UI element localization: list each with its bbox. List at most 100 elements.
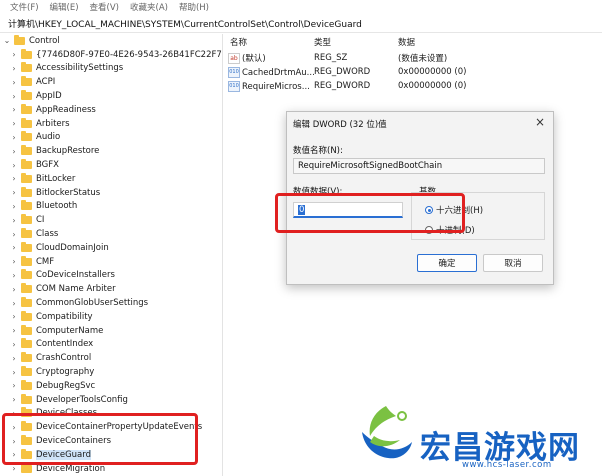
chevron-right-icon[interactable]: › [9,299,19,308]
watermark: 宏昌游戏网 www.hcs-laser.com [350,400,602,476]
tree-item[interactable]: › BackupRestore [0,144,99,158]
tree-item[interactable]: › CMF [0,255,54,269]
column-header-name[interactable]: 名称 [230,36,247,48]
chevron-right-icon[interactable]: › [9,119,19,128]
folder-icon [21,117,32,128]
chevron-right-icon[interactable]: › [9,216,19,225]
tree-item[interactable]: › BGFX [0,158,59,172]
watermark-logo [362,406,412,459]
chevron-right-icon[interactable]: › [9,92,19,101]
chevron-right-icon[interactable]: › [9,354,19,363]
tree-item[interactable]: › CoDeviceInstallers [0,269,115,283]
tree-item-label: ContentIndex [36,339,94,350]
tree-item[interactable]: › AppID [0,89,62,103]
tree-item[interactable]: › Cryptography [0,365,94,379]
tree-item[interactable]: › BitlockerStatus [0,186,100,200]
chevron-right-icon[interactable]: › [9,464,19,473]
chevron-right-icon[interactable]: › [9,174,19,183]
menu-bar: 文件(F) 编辑(E) 查看(V) 收藏夹(A) 帮助(H) [0,0,602,14]
tree-item[interactable]: › CrashControl [0,351,91,365]
chevron-right-icon[interactable]: › [9,50,19,59]
tree-item[interactable]: › Bluetooth [0,200,77,214]
tree-item[interactable]: › AccessibilitySettings [0,62,123,76]
cancel-button[interactable]: 取消 [483,254,543,272]
chevron-right-icon[interactable]: › [9,381,19,390]
close-icon[interactable]: × [535,115,545,129]
tree-item-label: BGFX [36,160,59,171]
tree-item-label: DeveloperToolsConfig [36,394,128,405]
tree-item[interactable]: › Compatibility [0,310,93,324]
chevron-right-icon[interactable]: › [9,230,19,239]
chevron-right-icon[interactable]: › [9,395,19,404]
folder-icon [21,297,32,308]
tree-item[interactable]: › CloudDomainJoin [0,241,109,255]
tree-item-label: CI [36,215,45,226]
folder-icon [14,34,25,45]
tree-item[interactable]: › Audio [0,131,60,145]
chevron-right-icon[interactable]: › [9,340,19,349]
tree-item[interactable]: › CommonGlobUserSettings [0,296,148,310]
tree-item[interactable]: › COM Name Arbiter [0,282,116,296]
column-header-type[interactable]: 类型 [314,36,331,48]
menu-favorites[interactable]: 收藏夹(A) [130,1,168,13]
chevron-down-icon[interactable]: ⌄ [2,36,12,45]
chevron-right-icon[interactable]: › [9,257,19,266]
tree-item-label: CMF [36,256,55,267]
address-bar[interactable]: 计算机\HKEY_LOCAL_MACHINE\SYSTEM\CurrentCon… [0,14,602,33]
value-name-field[interactable]: RequireMicrosoftSignedBootChain [293,158,545,174]
folder-icon [21,352,32,363]
tree-item[interactable]: › CI [0,213,44,227]
tree-item-label: BitlockerStatus [36,187,101,198]
chevron-right-icon[interactable]: › [9,188,19,197]
chevron-right-icon[interactable]: › [9,78,19,87]
ok-button[interactable]: 确定 [417,254,477,272]
tree-item[interactable]: › Class [0,227,58,241]
chevron-right-icon[interactable]: › [9,368,19,377]
tree-root[interactable]: ⌄ Control [0,34,60,48]
folder-icon [21,48,32,59]
menu-help[interactable]: 帮助(H) [179,1,209,13]
tree-item[interactable]: › {7746D80F-97E0-4E26-9543-26B41FC22F79} [0,48,222,62]
column-header-data[interactable]: 数据 [398,36,415,48]
tree-item[interactable]: › AppReadiness [0,103,96,117]
folder-icon [21,214,32,225]
tree-item[interactable]: › DebugRegSvc [0,379,95,393]
tree-item-label: COM Name Arbiter [36,284,116,295]
tree-item-label: CloudDomainJoin [36,242,109,253]
tree-item[interactable]: › DeveloperToolsConfig [0,393,128,407]
chevron-right-icon[interactable]: › [9,161,19,170]
chevron-right-icon[interactable]: › [9,64,19,73]
registry-tree[interactable]: ⌄ Control › {7746D80F-97E0-4E26-9543-26B4… [0,34,223,476]
folder-icon [21,241,32,252]
tree-item-label: ComputerName [36,325,104,336]
tree-item[interactable]: › BitLocker [0,172,75,186]
tree-item[interactable]: › Arbiters [0,117,70,131]
folder-icon [21,103,32,114]
folder-icon [21,90,32,101]
chevron-right-icon[interactable]: › [9,202,19,211]
chevron-right-icon[interactable]: › [9,147,19,156]
menu-edit[interactable]: 编辑(E) [50,1,79,13]
chevron-right-icon[interactable]: › [9,243,19,252]
tree-item[interactable]: › ComputerName [0,324,103,338]
tree-item[interactable]: › ContentIndex [0,338,93,352]
chevron-right-icon[interactable]: › [9,285,19,294]
chevron-right-icon[interactable]: › [9,271,19,280]
chevron-right-icon[interactable]: › [9,312,19,321]
tree-item-label: Cryptography [36,367,95,378]
chevron-right-icon[interactable]: › [9,105,19,114]
folder-icon [21,393,32,404]
address-path[interactable]: 计算机\HKEY_LOCAL_MACHINE\SYSTEM\CurrentCon… [8,17,362,30]
chevron-right-icon[interactable]: › [9,326,19,335]
tree-item[interactable]: › ACPI [0,75,55,89]
folder-icon [21,131,32,142]
folder-icon [21,172,32,183]
tree-item-label: BitLocker [36,173,76,184]
menu-file[interactable]: 文件(F) [10,1,39,13]
chevron-right-icon[interactable]: › [9,133,19,142]
folder-icon [21,310,32,321]
tree-item-label: ACPI [36,77,56,88]
menu-view[interactable]: 查看(V) [90,1,119,13]
folder-icon [21,324,32,335]
string-value-icon: ab [228,53,240,64]
